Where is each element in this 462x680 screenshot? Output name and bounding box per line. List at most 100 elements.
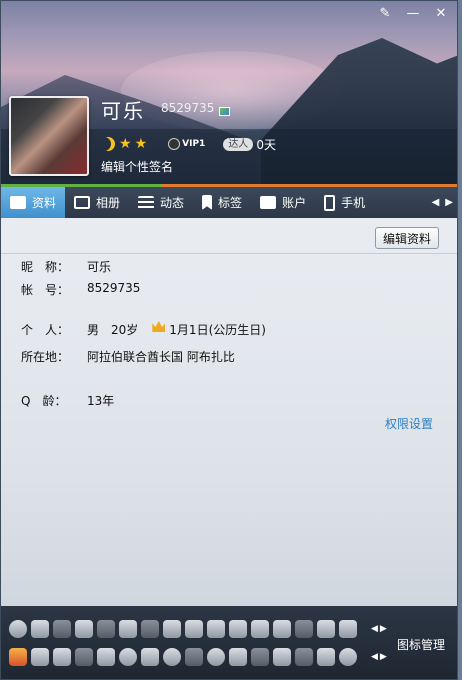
profile-header: ✎ — ✕ 可乐 8529735 ★ ★ VIP1 达人 0天 编辑个性签名	[1, 1, 457, 187]
phone-icon	[324, 194, 336, 211]
shield-icon[interactable]	[317, 648, 335, 666]
account-value: 8529735	[87, 281, 141, 295]
tab-next-icon[interactable]: ▶	[445, 197, 453, 208]
icon-next-icon[interactable]: ▶	[380, 652, 387, 662]
shield-icon[interactable]	[141, 648, 159, 666]
photo-icon	[74, 196, 91, 209]
badge-icon[interactable]	[339, 648, 357, 666]
daren-days: 0天	[256, 137, 276, 152]
nickname-title: 可乐	[101, 99, 145, 123]
window-controls: ✎ — ✕	[371, 5, 455, 21]
tab-label: 账户	[282, 196, 307, 210]
level-row: ★ ★ VIP1 达人 0天	[101, 135, 276, 153]
tab-label: 相册	[96, 196, 121, 210]
heart-icon[interactable]	[339, 620, 357, 638]
vip-badge[interactable]: VIP1	[168, 138, 205, 150]
chat-icon[interactable]	[119, 648, 137, 666]
qage-value: 13年	[87, 394, 115, 408]
tab-nav: ◀ ▶	[432, 197, 457, 208]
icon-row-bottom	[9, 648, 357, 666]
moon-level-icon[interactable]	[101, 137, 115, 151]
badge-icon[interactable]	[273, 648, 291, 666]
skin-icon[interactable]: ✎	[371, 5, 399, 21]
badge-icon[interactable]	[141, 620, 159, 638]
daren-label: 达人	[223, 137, 254, 151]
tab-album[interactable]: 相册	[65, 187, 129, 218]
star-level-icon[interactable]: ★	[119, 136, 132, 152]
badge-icon[interactable]	[97, 620, 115, 638]
account-label: 帐 号：	[21, 283, 70, 297]
tab-phone[interactable]: 手机	[315, 187, 374, 218]
diamond-icon[interactable]	[229, 620, 247, 638]
location-row: 所在地： 阿拉伯联合酋长国 阿布扎比	[21, 348, 235, 365]
qq-status-icon	[219, 107, 230, 116]
birthday-value: 1月1日(公历生日)	[169, 323, 266, 337]
profile-card-icon	[10, 196, 26, 209]
app-icon[interactable]	[75, 648, 93, 666]
tag-icon	[202, 195, 213, 210]
badge-icon[interactable]	[229, 648, 247, 666]
minimize-button[interactable]: —	[399, 5, 427, 21]
badge-icon[interactable]	[251, 648, 269, 666]
tab-bar: 资料 相册 动态 标签 账户 手机 ◀ ▶	[1, 187, 457, 218]
edit-profile-button[interactable]: 编辑资料	[375, 227, 439, 249]
location-value: 阿拉伯联合酋长国 阿布扎比	[87, 350, 235, 364]
diamond-icon[interactable]	[75, 620, 93, 638]
gender-value: 男	[87, 323, 100, 337]
badge-icon[interactable]	[53, 648, 71, 666]
diamond-icon[interactable]	[185, 620, 203, 638]
badge-icon[interactable]	[207, 648, 225, 666]
diamond-icon[interactable]	[119, 620, 137, 638]
icon-next-icon[interactable]: ▶	[380, 624, 387, 634]
location-label: 所在地：	[21, 350, 70, 364]
close-button[interactable]: ✕	[427, 5, 455, 21]
gift-icon[interactable]	[185, 648, 203, 666]
icon-row-top	[9, 620, 357, 638]
tab-label: 标签	[218, 196, 243, 210]
permission-settings-link[interactable]: 权限设置	[385, 415, 433, 432]
diamond-icon[interactable]	[273, 620, 291, 638]
personal-label: 个 人：	[21, 323, 70, 337]
profile-content: 编辑资料 昵 称： 可乐 帐 号： 8529735 个 人： 男 20岁 1月1…	[1, 218, 457, 606]
badge-icon[interactable]	[295, 620, 313, 638]
vip-label: VIP1	[182, 139, 206, 149]
camera-icon[interactable]	[97, 648, 115, 666]
diamond-icon[interactable]	[251, 620, 269, 638]
star-icon[interactable]	[31, 648, 49, 666]
nickname-value: 可乐	[87, 260, 112, 274]
crown-icon	[152, 321, 166, 332]
heart-icon[interactable]	[31, 620, 49, 638]
badge-icon[interactable]	[9, 648, 27, 666]
daren-badge[interactable]: 达人 0天	[223, 136, 276, 153]
content-divider	[1, 253, 457, 254]
badge-icon[interactable]	[9, 620, 27, 638]
icon-prev-icon[interactable]: ◀	[371, 624, 378, 634]
tab-label: 资料	[32, 196, 57, 210]
badge-icon[interactable]	[295, 648, 313, 666]
music-icon[interactable]	[163, 648, 181, 666]
tab-profile[interactable]: 资料	[1, 187, 66, 218]
signature-edit[interactable]: 编辑个性签名	[101, 158, 173, 175]
feed-list-icon	[138, 196, 155, 209]
profile-window: ✎ — ✕ 可乐 8529735 ★ ★ VIP1 达人 0天 编辑个性签名 资…	[0, 0, 458, 680]
nickname-label: 昵 称：	[21, 260, 70, 274]
qage-label: Q 龄：	[21, 394, 67, 408]
star-level-icon[interactable]: ★	[135, 136, 148, 152]
icon-manage-link[interactable]: 图标管理	[397, 636, 445, 653]
tab-label: 手机	[341, 196, 366, 210]
age-value: 20岁	[111, 323, 139, 337]
tab-account[interactable]: 账户	[251, 187, 315, 218]
icon-prev-icon[interactable]: ◀	[371, 652, 378, 662]
qq-number: 8529735	[161, 101, 215, 115]
account-row: 帐 号： 8529735	[21, 281, 140, 298]
personal-row: 个 人： 男 20岁 1月1日(公历生日)	[21, 321, 266, 338]
vip-icon	[168, 138, 181, 150]
badge-icon[interactable]	[53, 620, 71, 638]
tab-feed[interactable]: 动态	[129, 187, 193, 218]
avatar[interactable]	[9, 96, 89, 176]
diamond-icon[interactable]	[317, 620, 335, 638]
tab-prev-icon[interactable]: ◀	[432, 197, 440, 208]
diamond-icon[interactable]	[163, 620, 181, 638]
tab-tags[interactable]: 标签	[193, 187, 251, 218]
diamond-icon[interactable]	[207, 620, 225, 638]
